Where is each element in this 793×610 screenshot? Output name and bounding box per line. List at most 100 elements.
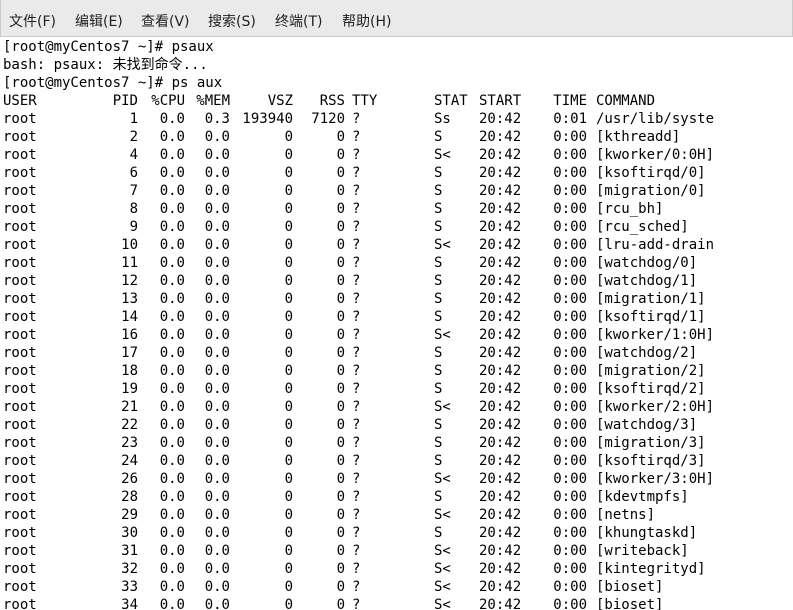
cell-stat: S [434,345,443,361]
prompt-line: [root@myCentos7 ~]# psaux [3,39,214,55]
menu-edit[interactable]: 编辑(E) [75,11,123,31]
cell-vsz: 0 [284,327,293,343]
cell-command: [watchdog/3] [596,417,698,433]
cell-stat: S [434,417,443,433]
cell-mem: 0.0 [204,561,230,577]
cell-tty: ? [352,363,361,379]
cell-tty: ? [352,327,361,343]
cell-stat: S< [434,561,451,577]
cell-pid: 22 [121,417,138,433]
cell-pid: 4 [129,147,138,163]
cell-mem: 0.0 [204,129,230,145]
prompt-line: [root@myCentos7 ~]# ps aux [3,75,223,91]
cell-rss: 0 [336,543,345,559]
menu-view[interactable]: 查看(V) [141,11,190,31]
cell-stat: S [434,165,443,181]
cell-vsz: 0 [284,489,293,505]
cell-pid: 6 [129,165,138,181]
cell-stat: S< [434,543,451,559]
cell-mem: 0.3 [204,111,230,127]
cell-mem: 0.0 [204,453,230,469]
cell-user: root [3,201,37,217]
cell-cpu: 0.0 [159,579,185,595]
cell-rss: 0 [336,219,345,235]
cell-user: root [3,453,37,469]
cell-start: 20:42 [479,507,522,523]
table-row: root 34 0.0 0.0 0 0? S< 20:42 0:00 [bioset] [3,596,793,610]
cell-command: [ksoftirqd/1] [596,309,706,325]
menu-search[interactable]: 搜索(S) [208,11,256,31]
cell-time: 0:00 [553,345,587,361]
cell-pid: 18 [121,363,138,379]
header-vsz: VSZ [267,93,293,109]
cell-start: 20:42 [479,597,522,610]
cell-time: 0:00 [553,183,587,199]
cell-tty: ? [352,453,361,469]
terminal-output[interactable]: [root@myCentos7 ~]# psaux bash: psaux: 未… [0,37,793,610]
cell-time: 0:00 [553,507,587,523]
cell-command: [ksoftirqd/0] [596,165,706,181]
cell-rss: 0 [336,363,345,379]
menu-terminal[interactable]: 终端(T) [275,11,322,31]
cell-rss: 0 [336,201,345,217]
menu-file[interactable]: 文件(F) [9,11,56,31]
cell-start: 20:42 [479,543,522,559]
cell-vsz: 0 [284,579,293,595]
cell-vsz: 0 [284,561,293,577]
cell-start: 20:42 [479,363,522,379]
cell-mem: 0.0 [204,147,230,163]
cell-rss: 0 [336,471,345,487]
cell-tty: ? [352,255,361,271]
cell-stat: S [434,489,443,505]
cell-stat: S< [434,507,451,523]
cell-command: [netns] [596,507,656,523]
cell-start: 20:42 [479,291,522,307]
cell-rss: 0 [336,129,345,145]
cell-vsz: 0 [284,273,293,289]
cell-stat: S< [434,327,451,343]
cell-vsz: 0 [284,237,293,253]
cell-mem: 0.0 [204,183,230,199]
cell-tty: ? [352,291,361,307]
cell-stat: S [434,255,443,271]
cell-user: root [3,435,37,451]
cell-vsz: 0 [284,453,293,469]
table-row: root 21 0.0 0.0 0 0? S< 20:42 0:00 [kworker/2:0H] [3,398,793,416]
cell-pid: 23 [121,435,138,451]
cell-start: 20:42 [479,237,522,253]
cell-mem: 0.0 [204,471,230,487]
cell-rss: 0 [336,579,345,595]
table-row: root 32 0.0 0.0 0 0? S< 20:42 0:00 [kintegrityd] [3,560,793,578]
cell-start: 20:42 [479,399,522,415]
cell-tty: ? [352,579,361,595]
cell-rss: 0 [336,399,345,415]
table-row: root 23 0.0 0.0 0 0? S 20:42 0:00 [migration/3] [3,434,793,452]
cell-start: 20:42 [479,489,522,505]
table-row: root 12 0.0 0.0 0 0? S 20:42 0:00 [watchdog/1] [3,272,793,290]
cell-time: 0:00 [553,525,587,541]
cell-mem: 0.0 [204,291,230,307]
table-row: root 10 0.0 0.0 0 0? S< 20:42 0:00 [lru-add-drain [3,236,793,254]
cell-rss: 0 [336,435,345,451]
cell-cpu: 0.0 [159,255,185,271]
cell-command: [watchdog/0] [596,255,698,271]
menu-help[interactable]: 帮助(H) [342,11,391,31]
table-row: root 6 0.0 0.0 0 0? S 20:42 0:00 [ksoftirqd/0] [3,164,793,182]
cell-tty: ? [352,201,361,217]
cell-rss: 0 [336,525,345,541]
cell-mem: 0.0 [204,309,230,325]
cell-vsz: 0 [284,219,293,235]
cell-cpu: 0.0 [159,561,185,577]
table-row: root 4 0.0 0.0 0 0? S< 20:42 0:00 [kworker/0:0H] [3,146,793,164]
cell-pid: 28 [121,489,138,505]
cell-tty: ? [352,543,361,559]
cell-mem: 0.0 [204,363,230,379]
cell-start: 20:42 [479,327,522,343]
cell-tty: ? [352,147,361,163]
cell-vsz: 0 [284,399,293,415]
cell-vsz: 0 [284,345,293,361]
header-start: START [479,93,522,109]
cell-stat: S [434,291,443,307]
cell-time: 0:00 [553,579,587,595]
cell-pid: 16 [121,327,138,343]
